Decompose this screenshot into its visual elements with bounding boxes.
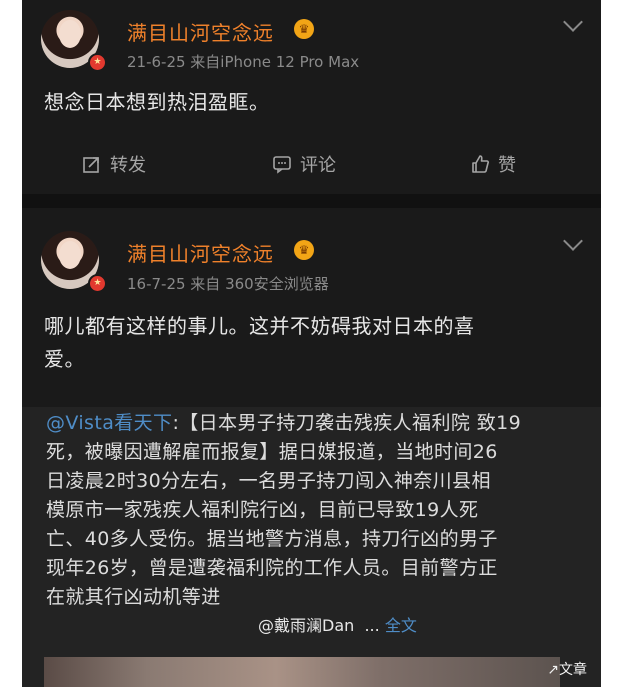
ellipsis: ... <box>364 616 380 635</box>
watermark-text: @戴雨澜Dan <box>258 616 355 635</box>
full-text-link[interactable]: 全文 <box>385 616 417 635</box>
post-text: 哪儿都有这样的事儿。这并不妨碍我对日本的喜 爱。 <box>44 310 584 376</box>
comment-icon <box>273 156 291 174</box>
username[interactable]: 满目山河空念远 <box>127 17 274 46</box>
post-meta: 16-7-25 来自 360安全浏览器 <box>127 275 329 293</box>
post-text-line: 哪儿都有这样的事儿。这并不妨碍我对日本的喜 <box>44 314 475 338</box>
crown-icon: ♛ <box>294 19 314 39</box>
like-button[interactable]: 赞 <box>470 151 516 177</box>
repost-line: 现年26岁，曾是遭袭福利院的工作人员。目前警方正 <box>46 557 498 579</box>
chevron-down-icon[interactable] <box>563 12 583 32</box>
post-text-line: 爱。 <box>44 347 85 371</box>
watermark: @戴雨澜Dan ... 全文 <box>258 612 417 636</box>
repost-line: 死，被曝因遭解雇而报复】据日媒报道，当地时间26 <box>46 441 498 463</box>
post-card-1: ★ 满目山河空念远 ♛ 21-6-25 来自iPhone 12 Pro Max … <box>22 0 601 194</box>
chevron-down-icon[interactable] <box>563 231 583 251</box>
article-thumbnail[interactable] <box>44 657 560 687</box>
article-tag: ↗文章 <box>547 662 587 678</box>
crown-icon: ♛ <box>294 240 314 260</box>
repost-line: 在就其行凶动机等进 <box>46 586 221 608</box>
repost-label: 转发 <box>110 155 146 176</box>
comment-label: 评论 <box>300 155 336 176</box>
username[interactable]: 满目山河空念远 <box>127 238 274 267</box>
verified-badge-icon: ★ <box>88 274 107 293</box>
verified-badge-icon: ★ <box>88 53 107 72</box>
comment-button[interactable]: 评论 <box>272 151 336 177</box>
weibo-feed-screen: ★ 满目山河空念远 ♛ 21-6-25 来自iPhone 12 Pro Max … <box>22 0 601 687</box>
reposted-content[interactable]: @Vista看天下:【日本男子持刀袭击残疾人福利院 致19 死，被曝因遭解雇而报… <box>22 407 601 687</box>
repost-line: 模原市一家残疾人福利院行凶，目前已导致19人死 <box>46 499 479 521</box>
repost-button[interactable]: 转发 <box>82 151 146 177</box>
like-label: 赞 <box>498 155 516 176</box>
post-card-2: ★ 满目山河空念远 ♛ 16-7-25 来自 360安全浏览器 哪儿都有这样的事… <box>22 208 601 687</box>
repost-line: :【日本男子持刀袭击残疾人福利院 致19 <box>172 412 522 434</box>
mention-link[interactable]: @Vista看天下 <box>46 412 172 434</box>
post-meta: 21-6-25 来自iPhone 12 Pro Max <box>127 53 360 71</box>
repost-line: 亡、40多人受伤。据当地警方消息，持刀行凶的男子 <box>46 528 498 550</box>
thumbs-up-icon <box>472 155 489 173</box>
repost-line: 日凌晨2时30分左右，一名男子持刀闯入神奈川县相 <box>46 470 491 492</box>
post-text: 想念日本想到热泪盈眶。 <box>44 90 270 114</box>
repost-icon <box>83 157 99 173</box>
repost-text: @Vista看天下:【日本男子持刀袭击残疾人福利院 致19 死，被曝因遭解雇而报… <box>46 409 586 612</box>
